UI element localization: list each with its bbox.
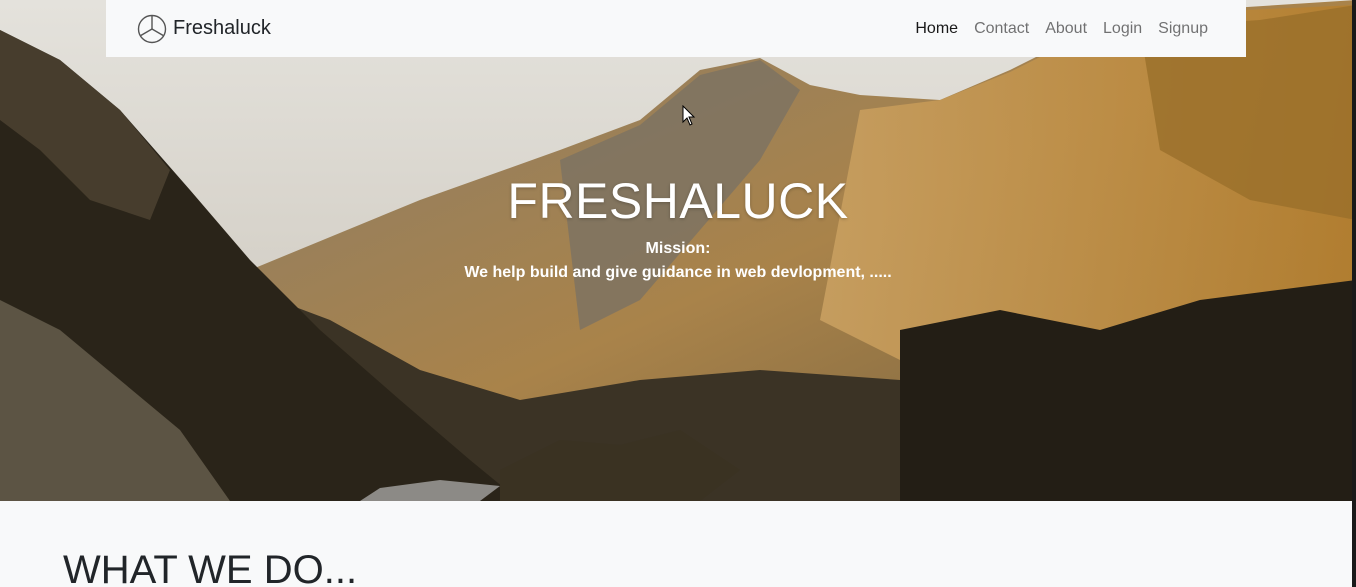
mouse-cursor-icon (682, 104, 696, 132)
nav-link-signup[interactable]: Signup (1158, 20, 1208, 38)
mission-label: Mission: (645, 240, 711, 257)
section-title: WHAT WE DO... (63, 548, 358, 587)
top-navbar: Freshaluck Home Contact About Login Sign… (106, 0, 1246, 57)
brand-name: Freshaluck (173, 17, 271, 39)
mercedes-star-icon (137, 14, 167, 44)
nav-link-login[interactable]: Login (1103, 20, 1142, 38)
nav-link-home[interactable]: Home (915, 20, 958, 38)
window-edge (1352, 0, 1356, 587)
brand-link[interactable]: Freshaluck (137, 14, 271, 44)
nav-links: Home Contact About Login Signup (899, 20, 1208, 38)
nav-link-about[interactable]: About (1045, 20, 1087, 38)
mission-text: We help build and give guidance in web d… (464, 264, 892, 281)
nav-link-contact[interactable]: Contact (974, 20, 1029, 38)
hero-title: FRESHALUCK (507, 173, 849, 229)
